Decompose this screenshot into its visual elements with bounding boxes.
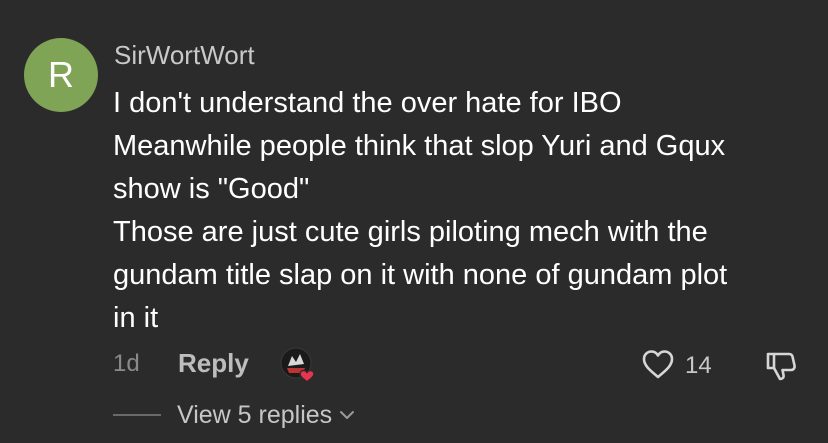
avatar[interactable]: R (24, 38, 98, 112)
comment-line: Meanwhile people think that slop Yuri an… (113, 130, 726, 162)
like-button[interactable] (641, 348, 675, 382)
dislike-button[interactable] (763, 348, 799, 384)
comment-text: I don't understand the over hate for IBO… (113, 82, 813, 340)
thumbs-down-icon (766, 352, 796, 381)
comment-line: in it (113, 302, 159, 334)
comment-line: gundam title slap on it with none of gun… (113, 259, 728, 291)
chevron-down-icon (340, 411, 355, 419)
view-replies-label: View 5 replies (177, 400, 333, 429)
avatar-letter: R (48, 54, 74, 95)
username[interactable]: SirWortWort (114, 40, 255, 70)
comment-line: Those are just cute girls piloting mech … (113, 216, 708, 248)
view-replies-button[interactable]: View 5 replies (113, 398, 356, 432)
creator-liked-avatar-icon (279, 346, 319, 386)
reply-button[interactable]: Reply (178, 348, 249, 379)
comment-line: show is "Good" (113, 173, 310, 205)
timestamp: 1d (113, 350, 140, 377)
replies-divider (113, 414, 161, 416)
like-count: 14 (685, 352, 712, 379)
comment-actions: 1d Reply 14 (113, 346, 808, 386)
comment-line: I don't understand the over hate for IBO (113, 87, 622, 119)
heart-outline-icon (642, 350, 674, 379)
